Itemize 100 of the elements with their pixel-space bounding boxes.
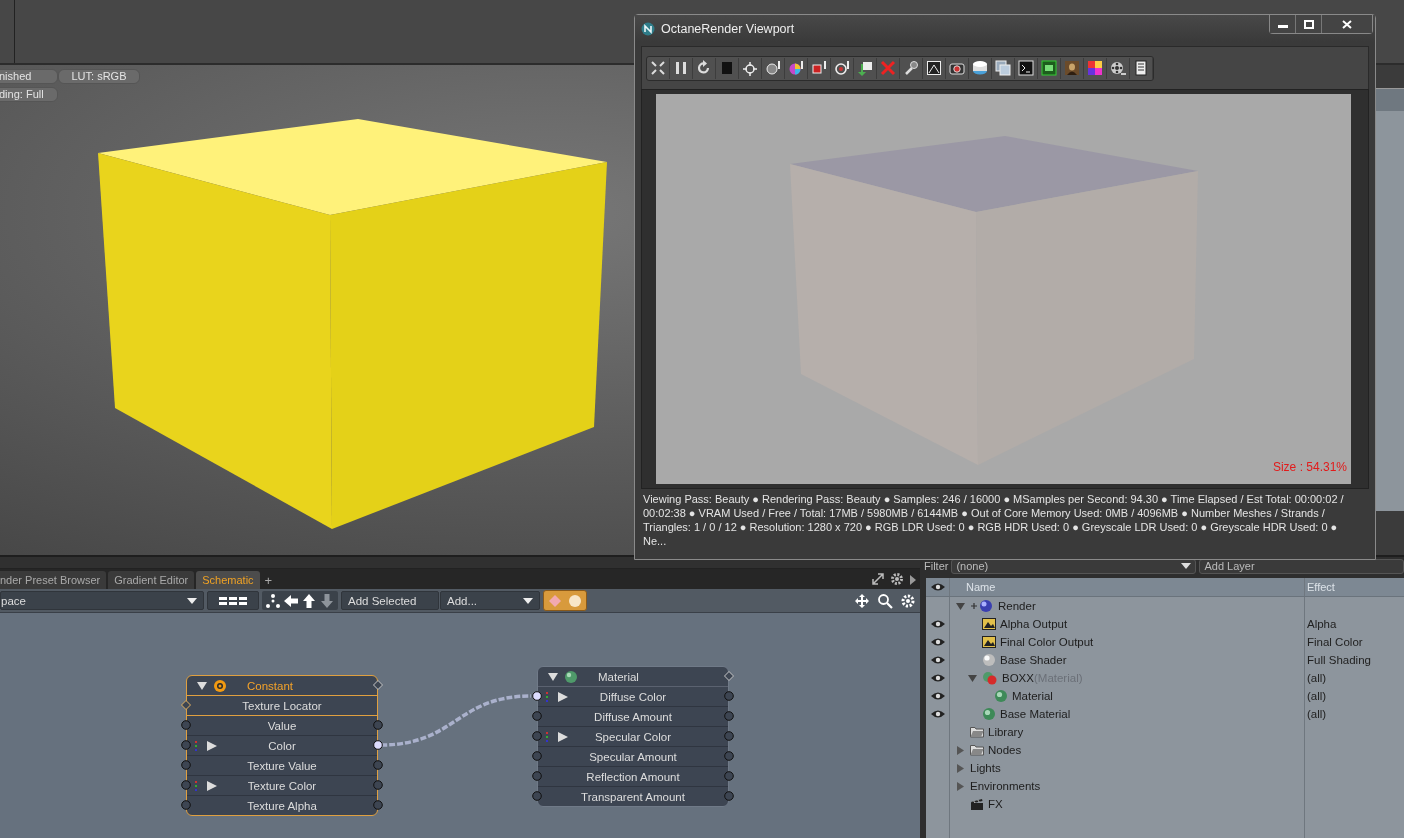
port-label: Texture Color [247,779,317,792]
tree-item[interactable]: Environments [970,780,1041,792]
expand-arrow-icon[interactable] [546,732,570,742]
schematic-node[interactable]: Constant Texture Locator Value Color Texture Value Texture Color Texture Alpha [186,675,378,816]
input-port[interactable] [532,751,542,761]
chip-icon[interactable] [1038,57,1061,79]
move-icon[interactable] [854,592,870,609]
input-port[interactable] [532,711,542,721]
collapse-icon[interactable] [548,671,558,682]
tree-item[interactable]: Alpha Output [1000,618,1068,630]
mask-icon [982,671,998,685]
viewport-badge[interactable]: nished [0,69,58,84]
eye-icon[interactable] [929,655,946,665]
viewport-badge[interactable]: ding: Full [0,87,58,102]
input-port[interactable] [532,731,542,741]
app-logo-icon [641,21,655,36]
sphere-icon [982,707,996,721]
collapse-arrow-icon[interactable] [968,673,977,683]
caret-icon[interactable] [1181,563,1192,569]
eye-icon[interactable] [929,691,946,701]
image-icon [982,636,996,648]
expand-arrow-icon[interactable] [546,692,570,702]
close-icon[interactable] [1342,19,1352,29]
tree-item[interactable]: Base Shader [1000,654,1067,666]
add-dropdown[interactable]: Add... [440,591,540,610]
hierarchy-icon[interactable] [264,591,282,610]
port-label: Specular Amount [589,750,677,763]
expand-icon[interactable] [871,572,885,586]
sphere-icon [982,653,996,667]
sphere-icon [564,669,578,684]
eye-icon[interactable] [929,709,946,719]
caret-icon[interactable] [909,574,917,586]
expand-arrow-icon[interactable] [195,781,219,791]
effect-label: Full Shading [1307,654,1371,666]
grid-layout-button[interactable] [207,591,259,610]
expand-arrow-icon[interactable] [195,741,219,751]
output-port[interactable] [373,740,383,750]
add-selected-button[interactable]: Add Selected [341,591,439,610]
effect-label: Alpha [1307,618,1337,630]
folder-icon [970,726,984,738]
port-label: Value [267,719,297,732]
tree-item[interactable]: FX [988,798,1003,810]
port-label: Diffuse Amount [594,710,672,723]
sphere-icon [994,689,1008,703]
effect-label: (all) [1307,708,1327,720]
tree-item[interactable]: Render [998,600,1036,612]
port-label: Texture Locator [242,699,322,712]
window-title: OctaneRender Viewport [661,21,795,36]
close-button[interactable] [1322,15,1372,33]
tree-item[interactable]: Nodes [988,744,1022,756]
eye-icon[interactable] [929,673,946,683]
clapperboard-icon [970,797,984,811]
input-port[interactable] [532,791,542,801]
status-text: Viewing Pass: Beauty ● Rendering Pass: Beauty ● Samples: 246 / 16000 ● MSamples per Second: 94.30 ● Time Elapsed / Est Total: 00:00:02 / 00:02:38 ● VRAM Used / Free / Total: 17MB / 5980MB / 6144MB ● Out of Core Memory Used: 0MB / 4096MB ● Number Meshes / Strands / Triangles: 1 / 0 / 12 ● Resolution: 1280 x 720 ● RGB LDR Used: 0 ● RGB HDR Used: 0 ● Greyscale LDR Used: 0 ● Greyscale HDR Used: 0 ● Ne... [643,492,1345,548]
tree-item[interactable]: Final Color Output [1000,636,1094,648]
layers-icon[interactable] [992,57,1015,79]
size-label: Size : 54.31% [1272,460,1347,474]
port-label: Texture Alpha [247,799,317,812]
panel-tab[interactable]: Gradient Editor [108,571,195,589]
tree-item[interactable]: Library [988,726,1024,738]
column-header[interactable]: Effect [1305,578,1404,596]
panel-tab[interactable]: Schematic [196,571,260,589]
grid-icon[interactable] [218,595,248,606]
eye-icon[interactable] [929,619,946,629]
gear-icon[interactable] [900,592,916,609]
minimize-button[interactable] [1270,15,1296,33]
maximize-icon[interactable] [1303,19,1314,29]
effect-label: (all) [1307,672,1327,684]
tree-item[interactable]: Base Material [1000,708,1071,720]
eye-icon[interactable] [929,637,946,647]
node-title: Constant [247,679,294,692]
sphere-icon [970,599,994,613]
column-header[interactable]: Name [950,578,1305,596]
panel-tab[interactable]: nder Preset Browser [0,571,107,589]
tree-item[interactable]: Lights [970,762,1001,774]
workspace-dropdown[interactable]: pace [0,591,204,610]
collapse-arrow-icon[interactable] [956,601,965,611]
collapse-icon[interactable] [197,680,207,691]
image-icon [982,618,996,630]
input-port[interactable] [532,691,542,701]
terminal-icon[interactable] [1015,57,1038,79]
panel-header [1374,88,1404,111]
caret-icon[interactable] [523,597,533,604]
viewport-badge[interactable]: LUT: sRGB [58,69,140,84]
port-label: Reflection Amount [586,770,680,783]
search-icon[interactable] [877,592,893,609]
effect-label: (all) [1307,690,1327,702]
tree-item[interactable]: Material [1012,690,1053,702]
schematic-node[interactable]: Material Diffuse Color Diffuse Amount Specular Color Specular Amount Reflection Amount Transparent Amount [537,666,729,807]
eye-icon[interactable] [929,582,946,592]
caret-icon[interactable] [187,597,197,604]
maximize-button[interactable] [1296,15,1322,33]
port-label: Color [268,739,296,752]
port-label: Specular Color [594,730,672,743]
input-port[interactable] [532,771,542,781]
effect-label: Final Color [1307,636,1363,648]
add-tab-button[interactable]: + [261,571,276,589]
camera-icon[interactable] [946,57,969,79]
gear-icon[interactable] [890,572,904,586]
node-title: Material [598,670,639,683]
